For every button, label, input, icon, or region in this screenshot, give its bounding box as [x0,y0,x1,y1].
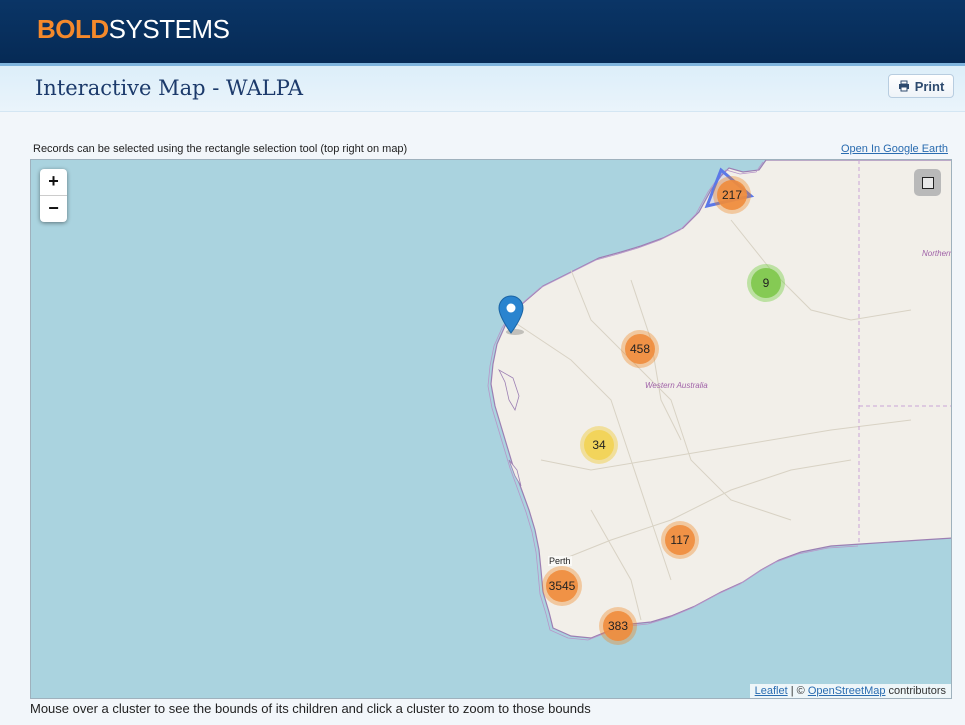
map-pin-icon[interactable] [498,295,524,335]
openstreetmap-link[interactable]: OpenStreetMap [808,685,886,697]
cluster-count: 458 [625,334,655,364]
region-label-western-australia: Western Australia [645,381,708,390]
bold-systems-logo[interactable]: BOLDSYSTEMS [37,14,230,44]
rectangle-select-button[interactable] [914,169,941,196]
map-basemap [487,160,951,641]
cluster-count: 9 [751,268,781,298]
selection-hint: Records can be selected using the rectan… [33,143,408,155]
cluster-count: 383 [603,611,633,641]
cluster-marker[interactable]: 3545 [542,566,582,606]
cluster-count: 217 [717,180,747,210]
cluster-marker[interactable]: 34 [580,426,618,464]
top-header-bar: BOLDSYSTEMS [0,0,965,63]
city-label-perth: Perth [548,556,572,566]
cluster-marker[interactable]: 383 [599,607,637,645]
map-footer-note: Mouse over a cluster to see the bounds o… [30,701,591,716]
cluster-marker[interactable]: 117 [661,521,699,559]
page-title: Interactive Map - WALPA [35,76,304,100]
attribution-separator: | © [787,685,808,697]
attribution-suffix: contributors [885,685,946,697]
leaflet-link[interactable]: Leaflet [755,685,788,697]
print-icon [898,80,909,92]
cluster-count: 117 [665,525,695,555]
print-label: Print [914,78,945,94]
logo-systems-text: SYSTEMS [108,14,230,44]
open-google-earth-link[interactable]: Open In Google Earth [841,143,948,155]
rectangle-select-icon [921,176,934,189]
map-attribution: Leaflet | © OpenStreetMap contributors [749,684,951,698]
cluster-count: 34 [584,430,614,460]
print-button[interactable]: Print [888,74,954,98]
zoom-out-button[interactable]: − [40,196,67,222]
title-bar: Interactive Map - WALPA Print [0,66,965,112]
logo-bold-text: BOLD [37,14,109,44]
zoom-control: + − [40,169,67,222]
zoom-in-button[interactable]: + [40,169,67,196]
cluster-count: 3545 [546,570,578,602]
cluster-marker[interactable]: 217 [713,176,751,214]
region-label-northern: Northern [922,249,952,258]
cluster-marker[interactable]: 9 [747,264,785,302]
interactive-map[interactable]: Western Australia Northern Perth + − 217… [30,159,952,699]
cluster-marker[interactable]: 458 [621,330,659,368]
